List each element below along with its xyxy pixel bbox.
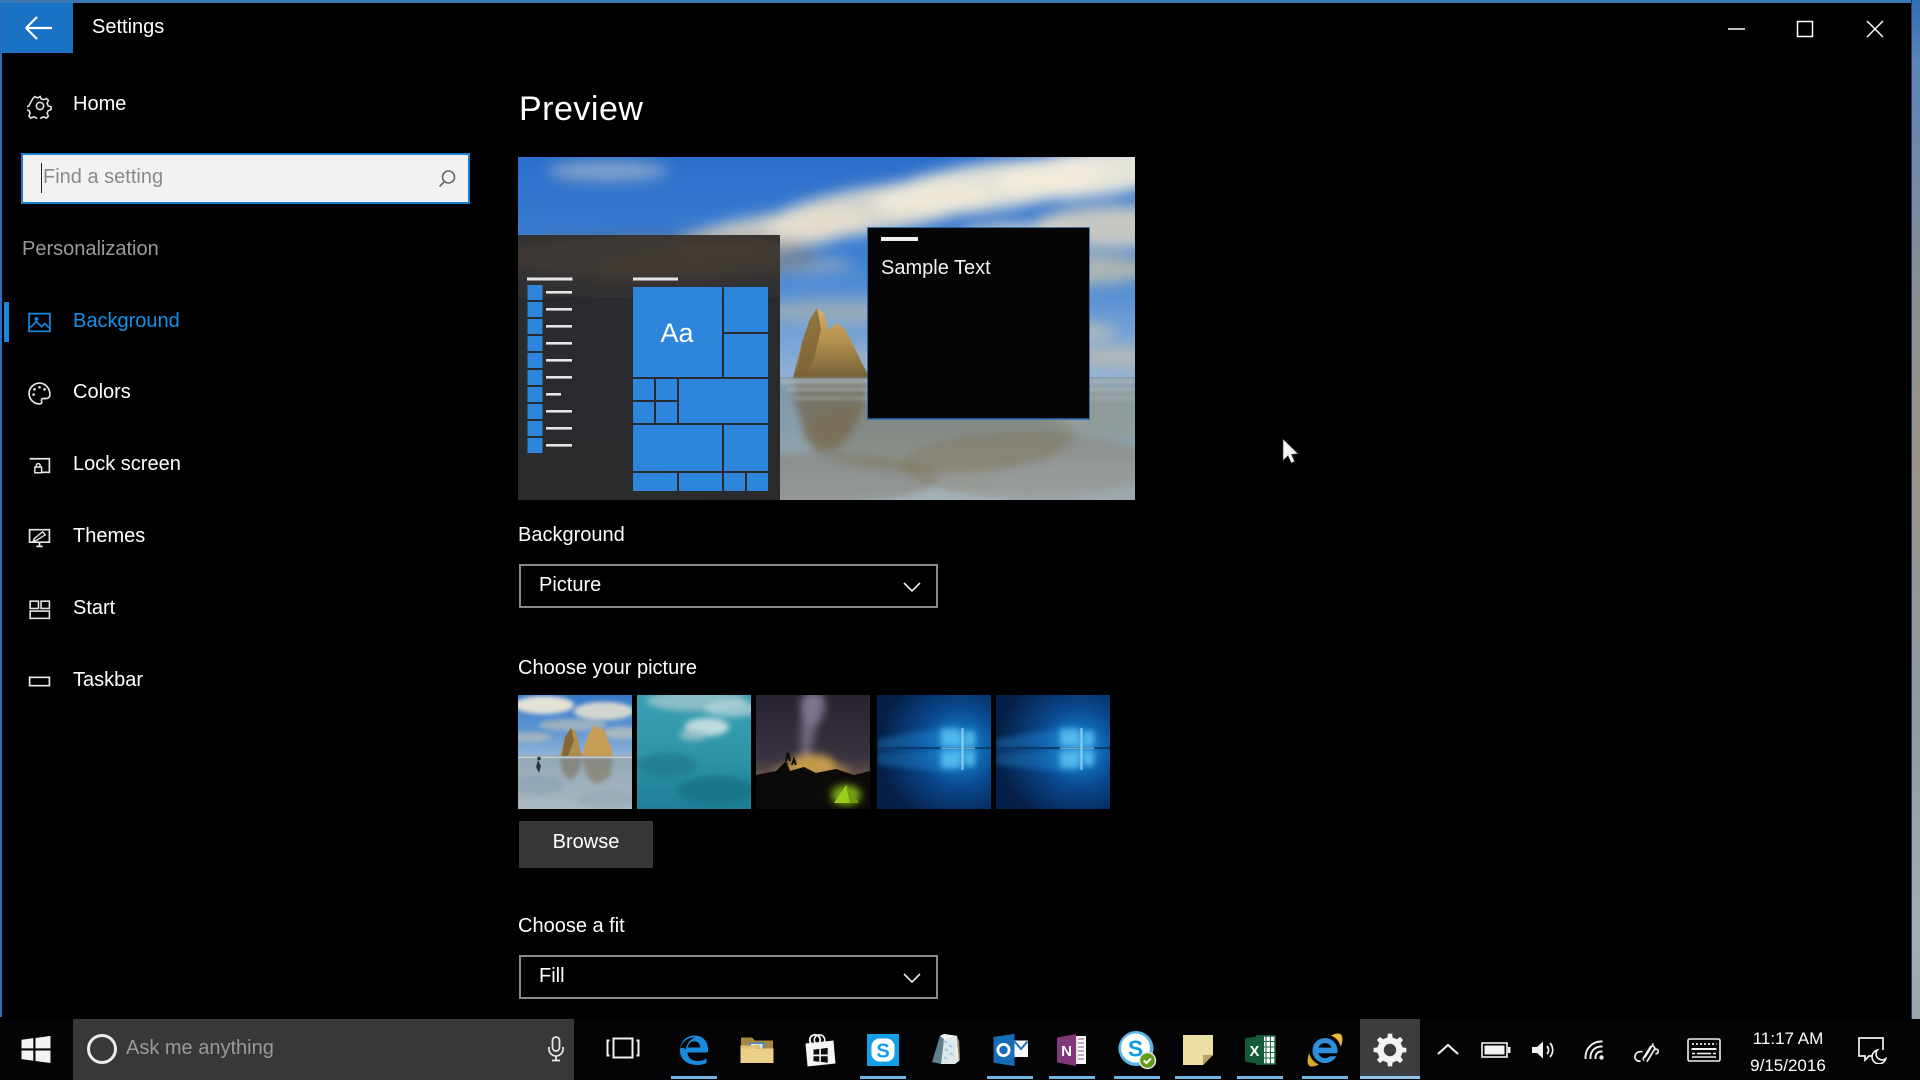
svg-text:X: X — [1249, 1044, 1259, 1060]
svg-text:S: S — [876, 1040, 889, 1062]
svg-text:Aa: Aa — [660, 318, 694, 348]
svg-text:N: N — [1061, 1043, 1072, 1060]
svg-text:Sample Text: Sample Text — [881, 257, 991, 279]
